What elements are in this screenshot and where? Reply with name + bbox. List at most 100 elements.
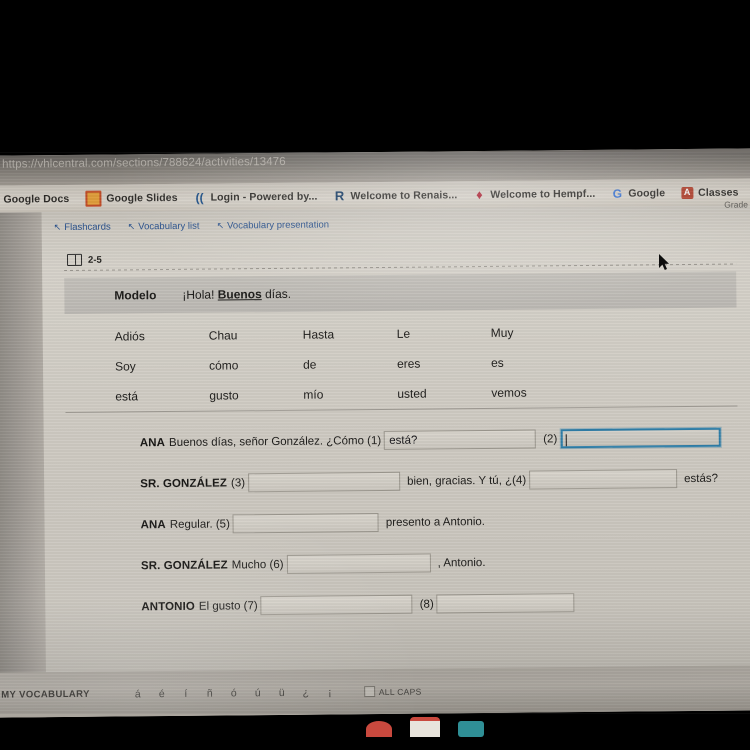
- bookmark-label: Welcome to Renais...: [350, 188, 458, 202]
- bookmark-google[interactable]: G Google: [611, 186, 666, 201]
- bookmark-label: Google: [628, 186, 666, 200]
- taskbar-app-icon-teal[interactable]: [458, 721, 484, 737]
- tool-link-vocabulary-presentation[interactable]: ↗ Vocabulary presentation: [216, 219, 329, 231]
- bookmark-label: Classes: [698, 186, 739, 199]
- url-text[interactable]: https://vhlcentral.com/sections/788624/a…: [2, 156, 286, 171]
- google-icon: G: [612, 186, 623, 201]
- dialogue-text: (2): [543, 432, 558, 445]
- word-bank-word: Hasta: [302, 327, 335, 342]
- dialogue-line: ANTONIO El gusto (7) (8): [67, 591, 747, 617]
- tool-link-flashcards[interactable]: ↗ Flashcards: [54, 222, 111, 234]
- answer-input[interactable]: [260, 594, 413, 616]
- answer-input[interactable]: [436, 593, 575, 614]
- accent-char-button[interactable]: ¡: [318, 686, 342, 698]
- word-bank-row: Adiós Chau Hasta Le Muy: [114, 324, 675, 344]
- screen-photo: https://vhlcentral.com/sections/788624/a…: [0, 0, 750, 750]
- dialogue-text: bien, gracias. Y tú, ¿(4): [406, 474, 527, 488]
- accent-char-button[interactable]: ó: [222, 687, 246, 699]
- bookmark-hempfield[interactable]: ♦ Welcome to Hempf...: [473, 186, 596, 203]
- word-bank-word: usted: [397, 386, 427, 401]
- word-bank-word: Soy: [114, 359, 136, 374]
- modelo-text: ¡Hola! Buenos días.: [182, 287, 291, 302]
- tool-link-label: Vocabulary presentation: [227, 219, 330, 232]
- bookmark-login[interactable]: (( Login - Powered by...: [194, 190, 318, 205]
- modelo-suffix: días.: [265, 286, 292, 302]
- dialogue-line: SR. GONZÁLEZ Mucho (6) , Antonio.: [67, 550, 747, 576]
- all-caps-label: ALL CAPS: [378, 686, 422, 697]
- word-bank-word: vemos: [491, 385, 527, 400]
- accent-char-button[interactable]: ü: [270, 686, 294, 698]
- grade-settings-label[interactable]: Grade s: [724, 199, 750, 209]
- dialogue-text: Mucho (6): [231, 558, 284, 571]
- word-bank-word: Le: [396, 326, 411, 341]
- login-icon: ((: [195, 190, 204, 205]
- dialogue-speaker: ANTONIO: [141, 600, 195, 613]
- modelo-label: Modelo: [114, 288, 157, 303]
- accent-toolbar: MY VOCABULARY á é í ñ ó ú ü ¿ ¡ ALL CAPS: [0, 665, 750, 718]
- answer-input[interactable]: [247, 471, 401, 493]
- accent-char-button[interactable]: ¿: [294, 686, 318, 698]
- bookmark-label: Welcome to Hempf...: [490, 187, 596, 201]
- word-bank-word: eres: [396, 356, 421, 371]
- bookmark-label: Google Slides: [106, 191, 178, 205]
- external-link-icon: ↗: [216, 220, 225, 231]
- answer-input[interactable]: [529, 469, 678, 490]
- word-bank-word: está: [115, 389, 139, 404]
- all-caps-toggle[interactable]: ALL CAPS: [363, 686, 422, 698]
- word-bank-word: Muy: [490, 325, 514, 340]
- bookmark-classes[interactable]: A Classes: [681, 186, 739, 199]
- bookmark-google-docs[interactable]: Google Docs: [0, 190, 69, 207]
- dialogue-text: (3): [230, 476, 246, 489]
- my-vocabulary-button[interactable]: MY VOCABULARY: [1, 689, 90, 701]
- accent-character-list: á é í ñ ó ú ü ¿ ¡: [126, 686, 342, 700]
- word-bank-word: es: [490, 355, 504, 370]
- answer-input[interactable]: está?: [384, 429, 537, 450]
- page-body: Grade s ↗ Flashcards ↗ Vocabulary list ↗…: [0, 199, 750, 718]
- accent-char-button[interactable]: ú: [246, 687, 270, 699]
- modelo-highlight: Buenos: [217, 287, 262, 302]
- dialogue-line: ANA Regular. (5) presento a Antonio.: [66, 509, 746, 535]
- word-bank-word: Chau: [208, 328, 238, 343]
- dialogue-text: , Antonio.: [437, 556, 486, 569]
- accent-char-button[interactable]: é: [150, 687, 174, 700]
- dialogue-text: Regular. (5): [169, 517, 230, 531]
- accent-char-button[interactable]: á: [126, 688, 150, 700]
- dashed-divider: [64, 263, 737, 272]
- tool-link-vocabulary-list[interactable]: ↗ Vocabulary list: [128, 221, 200, 233]
- monitor-screen: https://vhlcentral.com/sections/788624/a…: [0, 148, 750, 718]
- dialogue-line: SR. GONZÁLEZ (3) bien, gracias. Y tú, ¿(4)…: [66, 468, 746, 494]
- bookmark-renaissance[interactable]: R Welcome to Renais...: [333, 188, 458, 203]
- taskbar-app-icon-white[interactable]: [410, 717, 440, 737]
- tool-link-label: Flashcards: [64, 221, 111, 234]
- google-slides-icon: [85, 190, 102, 207]
- tool-links: ↗ Flashcards ↗ Vocabulary list ↗ Vocabul…: [54, 219, 329, 233]
- taskbar-app-icon-red[interactable]: [366, 721, 392, 737]
- dialogue-speaker: ANA: [139, 436, 166, 449]
- tool-link-label: Vocabulary list: [138, 220, 200, 233]
- dialogue-text: presento a Antonio.: [385, 515, 486, 529]
- answer-input[interactable]: [232, 512, 379, 534]
- word-bank-word: de: [302, 357, 317, 372]
- taskbar-icons: [366, 717, 484, 737]
- answer-input[interactable]: [560, 427, 721, 449]
- modelo-row: Modelo ¡Hola! Buenos días.: [64, 271, 737, 315]
- accent-char-button[interactable]: ñ: [198, 687, 222, 699]
- answer-input[interactable]: [286, 553, 431, 574]
- classes-icon: A: [681, 186, 694, 199]
- word-bank-row: está gusto mío usted vemos: [115, 384, 675, 404]
- bookmark-label: Login - Powered by...: [210, 190, 318, 204]
- bookmark-label: Google Docs: [3, 192, 70, 206]
- all-caps-checkbox[interactable]: [363, 686, 375, 698]
- dialogue-line: ANA Buenos días, señor González. ¿Cómo (1…: [66, 427, 746, 453]
- word-bank-word: Adiós: [114, 329, 145, 344]
- dialogue-text: (8): [419, 597, 434, 611]
- hempfield-icon: ♦: [475, 186, 483, 203]
- word-bank-word: cómo: [208, 358, 239, 373]
- accent-char-button[interactable]: í: [174, 687, 198, 699]
- external-link-icon: ↗: [53, 222, 62, 233]
- dialogue-text: Buenos días, señor González. ¿Cómo (1): [168, 434, 382, 449]
- bookmark-google-slides[interactable]: Google Slides: [85, 189, 178, 207]
- section-number: 2-5: [87, 254, 102, 266]
- word-bank-row: Soy cómo de eres es: [114, 354, 675, 374]
- left-gutter: [0, 212, 47, 718]
